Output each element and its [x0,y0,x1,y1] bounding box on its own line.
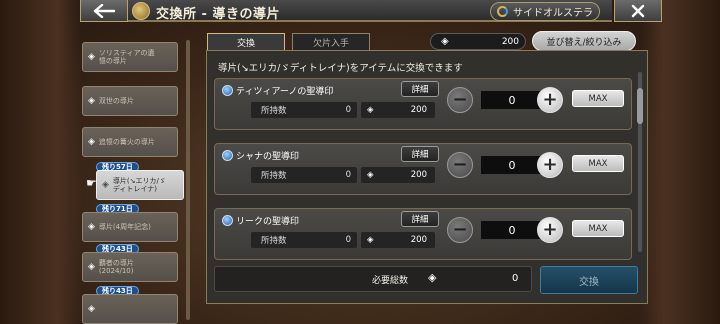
quantity-value: 0 [481,91,543,109]
max-button[interactable]: MAX [572,155,624,172]
diamond-icon: ◈ [88,221,95,232]
sidebar-item-label: 双世の導片 [98,96,134,105]
exchange-item: シャナの聖導印 詳細 所持数 0 ◈ 200 − 0 + MAX [214,143,632,195]
max-button[interactable]: MAX [572,220,624,237]
max-button[interactable]: MAX [572,90,624,107]
decrease-button[interactable]: − [447,217,473,243]
owned-label: 所持数 [261,106,287,116]
seal-orb-icon [222,215,233,226]
owned-count: 所持数 0 [251,232,357,248]
seal-orb-icon [222,85,233,96]
sidebar-item-4th-anniversary[interactable]: ◈ 導片(4周年記念) [82,212,178,242]
sidebar-item-solistia[interactable]: ◈ ソリスティアの遺 憶の導片 [82,42,178,72]
item-name: シャナの聖導印 [236,152,300,162]
item-name: ティツィアーノの聖導印 [236,87,334,97]
exchange-info-text: 導片(↘エリカ/ゞディトレイナ)をアイテムに交換できます [218,63,463,74]
cost-value: 200 [410,170,427,180]
left-background-edge [0,0,82,324]
sidebar-item-label: ソリスティアの遺 憶の導片 [98,48,155,65]
required-total-label: 必要総数 [372,276,409,286]
diamond-icon: ◈ [88,136,95,147]
close-button[interactable] [614,0,662,22]
swap-orb-icon [497,6,508,17]
sidebar-item-label: 覇者の導片 (2024/10) [98,258,134,275]
sidebar-item-champion-2024-10[interactable]: ◈ 覇者の導片 (2024/10) [82,252,178,282]
owned-label: 所持数 [261,171,287,181]
currency-value: 200 [501,36,519,47]
exchange-button[interactable]: 交換 [540,266,638,294]
cost-box: ◈ 200 [361,102,435,118]
increase-button[interactable]: + [537,152,563,178]
required-total-value: 0 [512,273,519,284]
quantity-value: 0 [481,221,543,239]
quantity-value: 0 [481,156,543,174]
sidebar-scrollbar[interactable] [186,40,190,320]
fragment-icon: ◈ [367,170,374,180]
diamond-icon: ◈ [88,261,95,272]
title-emblem-icon [132,2,150,20]
pointing-hand-icon: ☛ [86,176,97,190]
fragment-icon: ◈ [428,271,437,284]
fragment-icon: ◈ [367,235,374,245]
cost-value: 200 [410,235,427,245]
seal-orb-icon [222,150,233,161]
detail-button[interactable]: 詳細 [401,211,439,227]
close-icon [631,4,645,17]
sidebar-item-erica-ditraina[interactable]: ◈ 導片(↘エリカ/ゞ ディトレイナ) [96,170,184,200]
sidebar-item-label: 導片(4周年記念) [98,222,151,231]
back-arrow-icon [93,3,116,18]
sidebar-item-label: 導片(↘エリカ/ゞ ディトレイナ) [112,176,166,193]
fragment-icon: ◈ [441,36,449,47]
increase-button[interactable]: + [537,87,563,113]
decrease-button[interactable]: − [447,87,473,113]
page-title: 交換所 - 導きの導片 [156,7,280,22]
back-button[interactable] [80,0,128,22]
sidebar-item-partial[interactable]: ◈ [82,294,178,324]
sort-filter-button[interactable]: 並び替え/絞り込み [532,31,636,51]
exchange-item: ティツィアーノの聖導印 詳細 所持数 0 ◈ 200 − 0 + MAX [214,78,632,130]
tab-fragment-get[interactable]: 欠片入手 [292,33,370,51]
owned-value: 0 [345,105,351,115]
diamond-icon: ◈ [88,303,95,314]
cost-box: ◈ 200 [361,167,435,183]
sidebar-item-label: 追憶の篝火の導片 [98,137,155,146]
diamond-icon: ◈ [88,95,95,106]
side-orsterra-button[interactable]: サイドオルステラ [490,2,600,21]
fragment-icon: ◈ [367,105,374,115]
sidebar-item-twin-worlds[interactable]: ◈ 双世の導片 [82,86,178,116]
decrease-button[interactable]: − [447,152,473,178]
cost-value: 200 [410,105,427,115]
owned-count: 所持数 0 [251,102,357,118]
detail-button[interactable]: 詳細 [401,146,439,162]
owned-value: 0 [345,170,351,180]
currency-display: ◈ 200 [430,33,526,50]
side-orsterra-label: サイドオルステラ [513,8,593,19]
cost-box: ◈ 200 [361,232,435,248]
detail-button[interactable]: 詳細 [401,81,439,97]
tab-exchange[interactable]: 交換 [207,33,285,51]
diamond-icon: ◈ [102,179,109,190]
owned-count: 所持数 0 [251,167,357,183]
diamond-icon: ◈ [88,51,95,62]
sidebar-item-bonfire[interactable]: ◈ 追憶の篝火の導片 [82,127,178,157]
item-list-scroll-thumb[interactable] [637,88,643,124]
owned-value: 0 [345,235,351,245]
exchange-item: リークの聖導印 詳細 所持数 0 ◈ 200 − 0 + MAX [214,208,632,260]
increase-button[interactable]: + [537,217,563,243]
owned-label: 所持数 [261,236,287,246]
item-name: リークの聖導印 [236,217,300,227]
right-background-edge [640,0,720,324]
